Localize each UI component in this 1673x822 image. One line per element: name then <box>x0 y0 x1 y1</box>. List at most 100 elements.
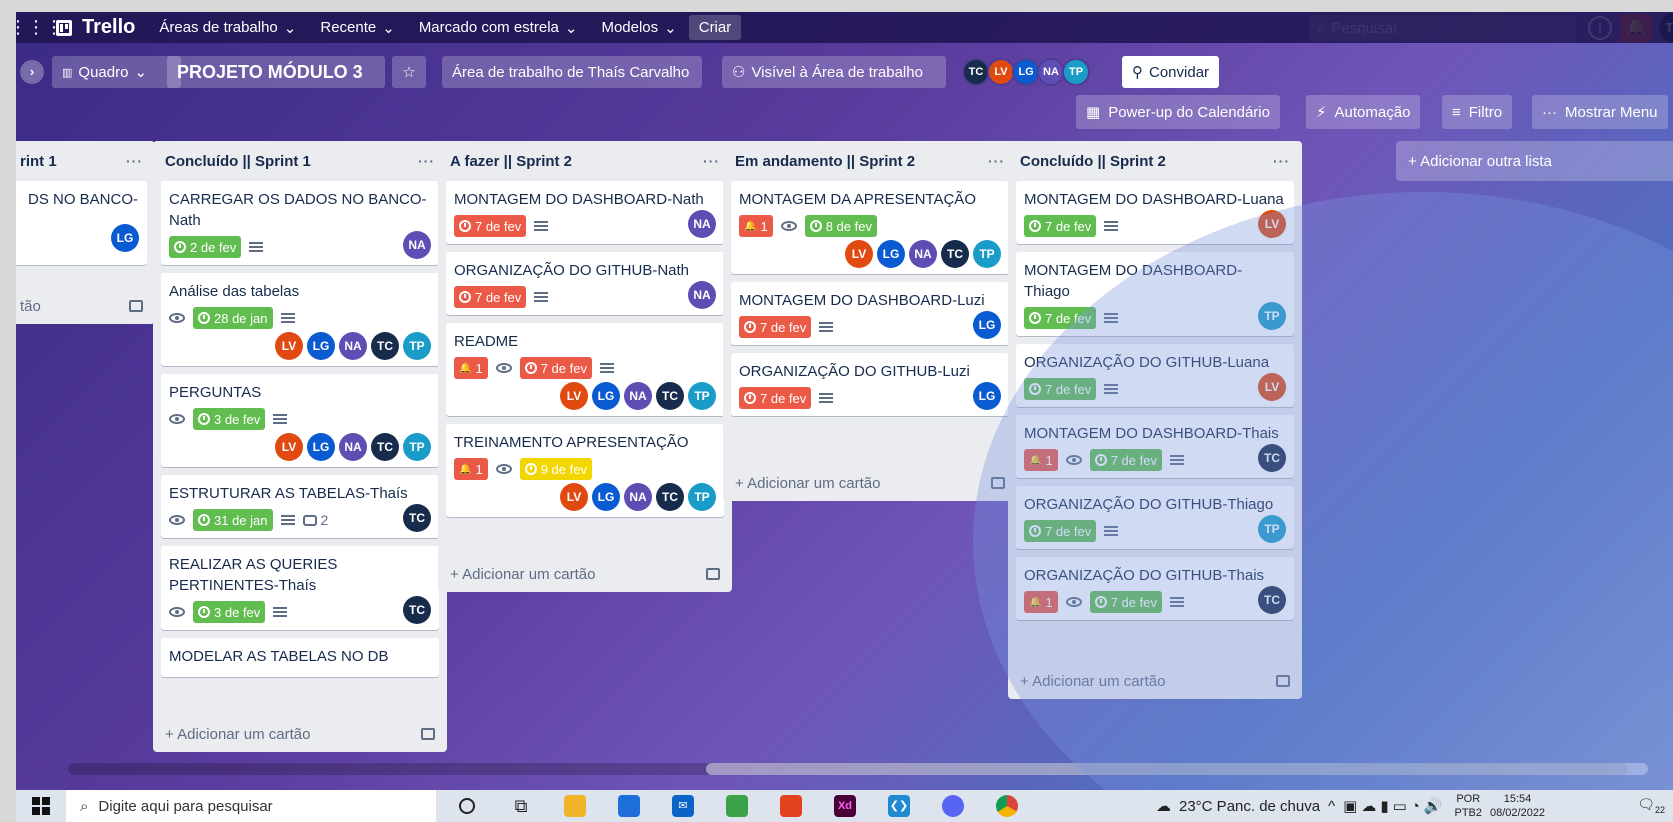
card[interactable]: MONTAGEM DA APRESENTAÇÃO 🔔 1 8 de fev LV LG NA… <box>731 181 1009 274</box>
card[interactable]: README 🔔 1 7 de fev LV LG NA TC TP <box>446 323 724 416</box>
card[interactable]: MONTAGEM DO DASHBOARD-Luzi 7 de fev LG <box>731 282 1009 345</box>
mail-icon[interactable]: ✉ <box>656 790 710 822</box>
visibility-button[interactable]: ⚇ Visível à Área de trabalho <box>722 56 946 88</box>
tray-icons[interactable]: ▣☁▮▭◔🔊 <box>1343 797 1446 815</box>
due-date-badge[interactable]: 7 de fev <box>1024 215 1097 237</box>
list-header[interactable]: rint 1 ··· <box>16 141 155 181</box>
nav-workspaces[interactable]: Áreas de trabalho ⌄ <box>147 12 308 43</box>
card[interactable]: Análise das tabelas 28 de jan LV LG NA TC TP <box>161 273 439 366</box>
task-view-icon[interactable]: ⧉ <box>494 790 548 822</box>
card[interactable]: DS NO BANCO- LG <box>16 181 147 265</box>
invite-button[interactable]: ⚲ Convidar <box>1122 56 1220 88</box>
due-date-badge[interactable]: 7 de fev <box>1024 378 1097 400</box>
card-template-icon[interactable] <box>706 568 720 580</box>
chrome-icon[interactable] <box>980 790 1034 822</box>
taskbar-search-input[interactable] <box>98 797 399 815</box>
list-header[interactable]: Concluído || Sprint 1 ··· <box>153 141 447 181</box>
card[interactable]: PERGUNTAS 3 de fev LV LG NA TC TP <box>161 374 439 467</box>
card-template-icon[interactable] <box>129 300 143 312</box>
office-icon[interactable] <box>764 790 818 822</box>
due-date-badge[interactable]: 7 de fev <box>1024 520 1097 542</box>
workspace-button[interactable]: Área de trabalho de Thaís Carvalho <box>442 56 702 88</box>
list-header[interactable]: Concluído || Sprint 2 ··· <box>1008 141 1302 181</box>
store-icon[interactable] <box>602 790 656 822</box>
list-menu-icon[interactable]: ··· <box>703 153 720 169</box>
add-card-button[interactable]: + Adicionar um cartão <box>153 716 447 752</box>
list-header[interactable]: A fazer || Sprint 2 ··· <box>438 141 732 181</box>
due-date-badge[interactable]: 7 de fev <box>519 357 592 379</box>
card[interactable]: TREINAMENTO APRESENTAÇÃO 🔔 1 9 de fev LV LG NA… <box>446 424 724 517</box>
card[interactable]: ORGANIZAÇÃO DO GITHUB-Luana 7 de fev LV <box>1016 344 1294 407</box>
clock[interactable]: 15:54 08/02/2022 <box>1490 792 1545 820</box>
member-avatar-na[interactable]: NA <box>1037 58 1065 86</box>
list-menu-icon[interactable]: ··· <box>418 153 435 169</box>
apps-grid-icon[interactable]: ⋮⋮⋮ <box>16 12 63 43</box>
view-switcher[interactable]: ▥ Quadro ⌄ <box>52 56 181 88</box>
due-date-badge[interactable]: 8 de fev <box>804 215 877 237</box>
nav-recent[interactable]: Recente ⌄ <box>308 12 406 43</box>
nav-templates[interactable]: Modelos ⌄ <box>589 12 688 43</box>
card-template-icon[interactable] <box>1276 675 1290 687</box>
due-date-badge[interactable]: 7 de fev <box>1024 307 1097 329</box>
add-list-button[interactable]: + Adicionar outra lista <box>1396 141 1673 181</box>
trello-logo[interactable]: Trello <box>56 12 147 43</box>
nav-starred[interactable]: Marcado com estrela ⌄ <box>407 12 590 43</box>
card[interactable]: MONTAGEM DO DASHBOARD-Nath 7 de fev NA <box>446 181 724 244</box>
card[interactable]: CARREGAR OS DADOS NO BANCO-Nath 2 de fev N… <box>161 181 439 265</box>
list-menu-icon[interactable]: ··· <box>988 153 1005 169</box>
list-menu-icon[interactable]: ··· <box>126 153 143 169</box>
vscode-icon[interactable]: ❮❯ <box>872 790 926 822</box>
add-card-button[interactable]: tão <box>16 288 155 324</box>
due-date-badge[interactable]: 7 de fev <box>1089 591 1162 613</box>
automation-button[interactable]: ⚡ Automação <box>1306 95 1421 129</box>
card-template-icon[interactable] <box>421 728 435 740</box>
card[interactable]: ESTRUTURAR AS TABELAS-Thaís 31 de jan 2 TC <box>161 475 439 538</box>
calendar-powerup-button[interactable]: ▦ Power-up do Calendário <box>1076 95 1280 129</box>
weather-icon[interactable]: ☁ <box>1156 797 1171 815</box>
due-date-badge[interactable]: 7 de fev <box>739 316 812 338</box>
discord-icon[interactable] <box>926 790 980 822</box>
add-card-button[interactable]: + Adicionar um cartão <box>723 465 1017 501</box>
due-date-badge[interactable]: 28 de jan <box>193 307 273 329</box>
card[interactable]: ORGANIZAÇÃO DO GITHUB-Thais 🔔 1 7 de fev TC <box>1016 557 1294 620</box>
star-board-button[interactable]: ☆ <box>392 56 426 88</box>
card[interactable]: ORGANIZAÇÃO DO GITHUB-Thiago 7 de fev TP <box>1016 486 1294 549</box>
adobe-xd-icon[interactable]: Xd <box>818 790 872 822</box>
due-date-badge[interactable]: 3 de fev <box>193 408 266 430</box>
weather-text[interactable]: 23°C Panc. de chuva <box>1179 798 1320 815</box>
card[interactable]: REALIZAR AS QUERIES PERTINENTES-Thaís 3 d… <box>161 546 439 630</box>
file-explorer-icon[interactable] <box>548 790 602 822</box>
sidebar-expand-icon[interactable]: › <box>20 60 44 84</box>
due-date-badge[interactable]: 3 de fev <box>193 601 266 623</box>
list-header[interactable]: Em andamento || Sprint 2 ··· <box>723 141 1017 181</box>
due-date-badge[interactable]: 7 de fev <box>1089 449 1162 471</box>
due-date-badge[interactable]: 9 de fev <box>519 458 592 480</box>
card-template-icon[interactable] <box>991 477 1005 489</box>
filter-button[interactable]: ≡ Filtro <box>1442 95 1513 129</box>
create-button[interactable]: Criar <box>688 15 742 40</box>
minecraft-icon[interactable] <box>710 790 764 822</box>
add-card-button[interactable]: + Adicionar um cartão <box>1008 663 1302 699</box>
horizontal-scrollbar-thumb[interactable] <box>706 763 1648 775</box>
member-avatar-tp[interactable]: TP <box>1062 58 1090 86</box>
board-title[interactable]: PROJETO MÓDULO 3 <box>167 56 385 88</box>
cortana-icon[interactable] <box>440 790 494 822</box>
due-date-badge[interactable]: 7 de fev <box>454 215 527 237</box>
list-menu-icon[interactable]: ··· <box>1273 153 1290 169</box>
show-menu-button[interactable]: ··· Mostrar Menu <box>1532 95 1668 129</box>
card[interactable]: MODELAR AS TABELAS NO DB <box>161 638 439 677</box>
language-indicator[interactable]: POR PTB2 <box>1454 792 1482 820</box>
member-avatar-lg[interactable]: LG <box>1012 58 1040 86</box>
add-card-button[interactable]: + Adicionar um cartão <box>438 556 732 592</box>
card[interactable]: ORGANIZAÇÃO DO GITHUB-Luzi 7 de fev LG <box>731 353 1009 416</box>
windows-start-icon[interactable] <box>16 790 66 822</box>
card[interactable]: MONTAGEM DO DASHBOARD-Luana 7 de fev LV <box>1016 181 1294 244</box>
due-date-badge[interactable]: 7 de fev <box>454 286 527 308</box>
member-avatar-lv[interactable]: LV <box>987 58 1015 86</box>
member-avatar-tc[interactable]: TC <box>962 58 990 86</box>
chevron-up-icon[interactable]: ^ <box>1328 798 1335 815</box>
taskbar-search[interactable]: ⌕ <box>66 790 436 822</box>
notification-center-icon[interactable]: 🗨22 <box>1637 796 1665 815</box>
card[interactable]: ORGANIZAÇÃO DO GITHUB-Nath 7 de fev NA <box>446 252 724 315</box>
card[interactable]: MONTAGEM DO DASHBOARD-Thais 🔔 1 7 de fev TC <box>1016 415 1294 478</box>
